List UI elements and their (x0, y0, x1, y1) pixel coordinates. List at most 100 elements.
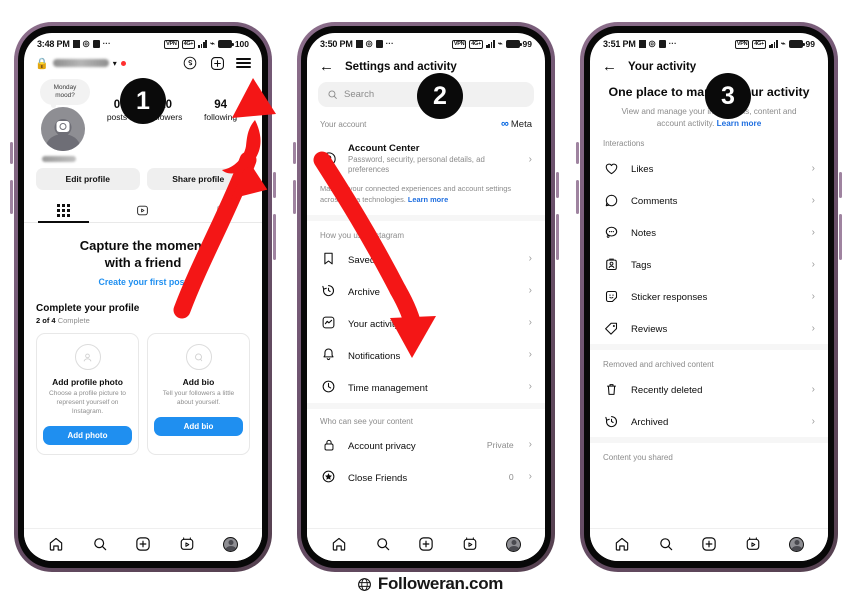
row-comments[interactable]: Comments › (590, 184, 828, 216)
edit-profile-button[interactable]: Edit profile (36, 168, 140, 190)
profile-avatar[interactable] (41, 107, 85, 151)
row-notifications[interactable]: Notifications › (307, 339, 545, 371)
row-archived[interactable]: Archived › (590, 405, 828, 437)
reels-icon (137, 205, 149, 216)
home-icon[interactable] (48, 536, 64, 552)
wifi-icon: ⌁ (780, 39, 786, 48)
instagram-icon: ◎ (365, 39, 373, 48)
row-label: Recently deleted (631, 385, 703, 397)
search-icon[interactable] (375, 536, 391, 552)
learn-more-link[interactable]: Learn more (717, 119, 762, 128)
chevron-right-icon: › (528, 471, 532, 483)
vpn-icon: VPN (734, 39, 750, 49)
stat-following[interactable]: 94 following (204, 99, 237, 122)
phone-side-button (293, 180, 296, 214)
profile-avatar-nav[interactable] (506, 536, 522, 552)
reels-icon[interactable] (462, 536, 478, 552)
chevron-down-icon[interactable]: ▾ (113, 59, 117, 68)
shared-section-header: Content you shared (603, 453, 673, 463)
display-name-blurred (42, 156, 76, 162)
chevron-right-icon: › (811, 226, 815, 238)
back-arrow-icon[interactable]: ← (602, 59, 617, 74)
username-dropdown[interactable]: 🔒 ▾ (35, 57, 126, 70)
chevron-right-icon: › (811, 322, 815, 334)
tab-grid[interactable] (24, 198, 103, 223)
search-icon[interactable] (92, 536, 108, 552)
footer-text: Followeran.com (377, 574, 504, 593)
reels-icon[interactable] (179, 536, 195, 552)
row-your-activity[interactable]: Your activity › (307, 307, 545, 339)
plus-square-icon[interactable] (209, 55, 225, 71)
status-bar: 3:50 PM ◎ ··· VPN 4G+ ⌁ 99 (307, 33, 545, 51)
row-saved[interactable]: Saved › (307, 243, 545, 275)
search-icon (328, 90, 337, 99)
row-label: Notes (631, 228, 657, 240)
threads-icon[interactable] (182, 55, 198, 71)
battery-icon (217, 40, 234, 48)
row-recently-deleted[interactable]: Recently deleted › (590, 373, 828, 405)
profile-avatar-nav[interactable] (223, 536, 239, 552)
home-icon[interactable] (614, 536, 630, 552)
phone-side-button (10, 142, 13, 164)
save-icon (92, 40, 100, 48)
row-sticker-responses[interactable]: Sticker responses › (590, 280, 828, 312)
row-likes[interactable]: Likes › (590, 152, 828, 184)
chevron-right-icon: › (811, 383, 815, 395)
reels-icon[interactable] (745, 536, 761, 552)
home-icon[interactable] (331, 536, 347, 552)
row-archive[interactable]: Archive › (307, 275, 545, 307)
card-add-profile-photo[interactable]: Add profile photo Choose a profile pictu… (36, 333, 139, 455)
search-icon[interactable] (658, 536, 674, 552)
share-profile-button[interactable]: Share profile (146, 168, 250, 190)
chevron-right-icon: › (528, 381, 532, 393)
step-badge-1: 1 (120, 78, 166, 124)
chevron-right-icon: › (811, 415, 815, 427)
row-account-privacy[interactable]: Account privacy Private › (307, 429, 545, 461)
bio-circle-icon (185, 344, 212, 371)
row-notes[interactable]: Notes › (590, 216, 828, 248)
profile-avatar-nav[interactable] (789, 536, 805, 552)
phone-side-button (10, 180, 13, 214)
learn-more-link[interactable]: Learn more (408, 195, 448, 204)
tab-tagged[interactable] (183, 198, 262, 222)
page-title: Settings and activity (345, 60, 457, 73)
card-add-bio[interactable]: Add bio Tell your followers a little abo… (147, 333, 250, 455)
more-dots-icon: ··· (385, 39, 394, 48)
add-bio-button[interactable]: Add bio (154, 416, 243, 436)
trash-icon (603, 382, 620, 397)
row-label: Account privacy (348, 440, 416, 452)
create-first-post-link[interactable]: Create your first post (34, 277, 252, 287)
notes-icon (603, 225, 620, 240)
back-arrow-icon[interactable]: ← (319, 59, 334, 74)
hamburger-menu-icon[interactable] (236, 58, 251, 68)
camera-icon (638, 40, 646, 48)
bottom-nav-bar (307, 528, 545, 561)
chevron-right-icon: › (528, 253, 532, 265)
row-label: Notifications (348, 350, 401, 362)
row-account-center[interactable]: Account Center Password, security, perso… (307, 136, 545, 182)
row-tags[interactable]: Tags › (590, 248, 828, 280)
row-title: Account Center (348, 143, 420, 154)
avatar-with-note[interactable]: Monday mood? (38, 79, 96, 162)
note-bubble[interactable]: Monday mood? (40, 79, 90, 108)
bell-icon (320, 347, 337, 362)
grid-icon (57, 204, 71, 217)
row-close-friends[interactable]: Close Friends 0 › (307, 461, 545, 493)
create-icon[interactable] (701, 536, 717, 552)
signal-icon (768, 40, 778, 48)
row-reviews[interactable]: Reviews › (590, 312, 828, 344)
chevron-right-icon: › (528, 317, 532, 329)
add-photo-button[interactable]: Add photo (43, 425, 132, 445)
tab-reels[interactable] (103, 198, 182, 222)
create-icon[interactable] (418, 536, 434, 552)
empty-state-title: Capture the moment with a friend (79, 238, 207, 271)
step-badge-3: 3 (705, 73, 751, 119)
row-time-management[interactable]: Time management › (307, 371, 545, 403)
person-circle-icon (74, 344, 101, 371)
save-icon (375, 40, 383, 48)
profile-header: 🔒 ▾ (24, 51, 262, 73)
card-desc: Choose a profile picture to represent yo… (49, 390, 126, 415)
create-icon[interactable] (135, 536, 151, 552)
empty-state: Capture the moment with a friend Create y… (24, 223, 262, 287)
more-dots-icon: ··· (668, 39, 677, 48)
